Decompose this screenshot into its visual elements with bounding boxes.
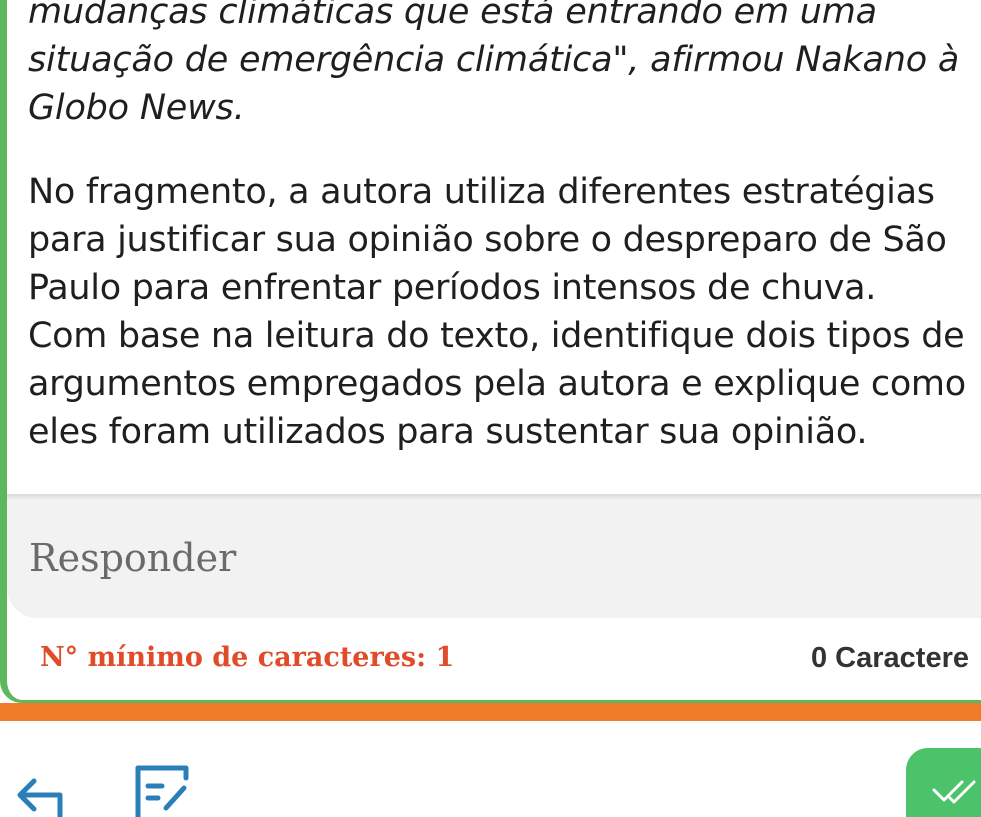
arrow-left-icon[interactable] xyxy=(12,775,72,817)
char-count-label: 0 Caractere xyxy=(811,642,969,674)
double-check-icon xyxy=(932,780,976,804)
answer-placeholder: Responder xyxy=(29,536,237,580)
edit-note-icon[interactable] xyxy=(134,764,190,817)
question-text: No fragmento, a autora utiliza diferente… xyxy=(28,172,966,452)
min-chars-label: N° mínimo de caracteres: 1 xyxy=(40,642,455,673)
answer-input[interactable]: Responder xyxy=(7,500,981,618)
app-screen: mudanças climáticas que está entrando em… xyxy=(0,0,981,817)
done-button[interactable] xyxy=(906,748,981,817)
fragment-text: mudanças climáticas que está entrando em… xyxy=(28,0,960,128)
orange-divider-bar xyxy=(0,703,981,721)
